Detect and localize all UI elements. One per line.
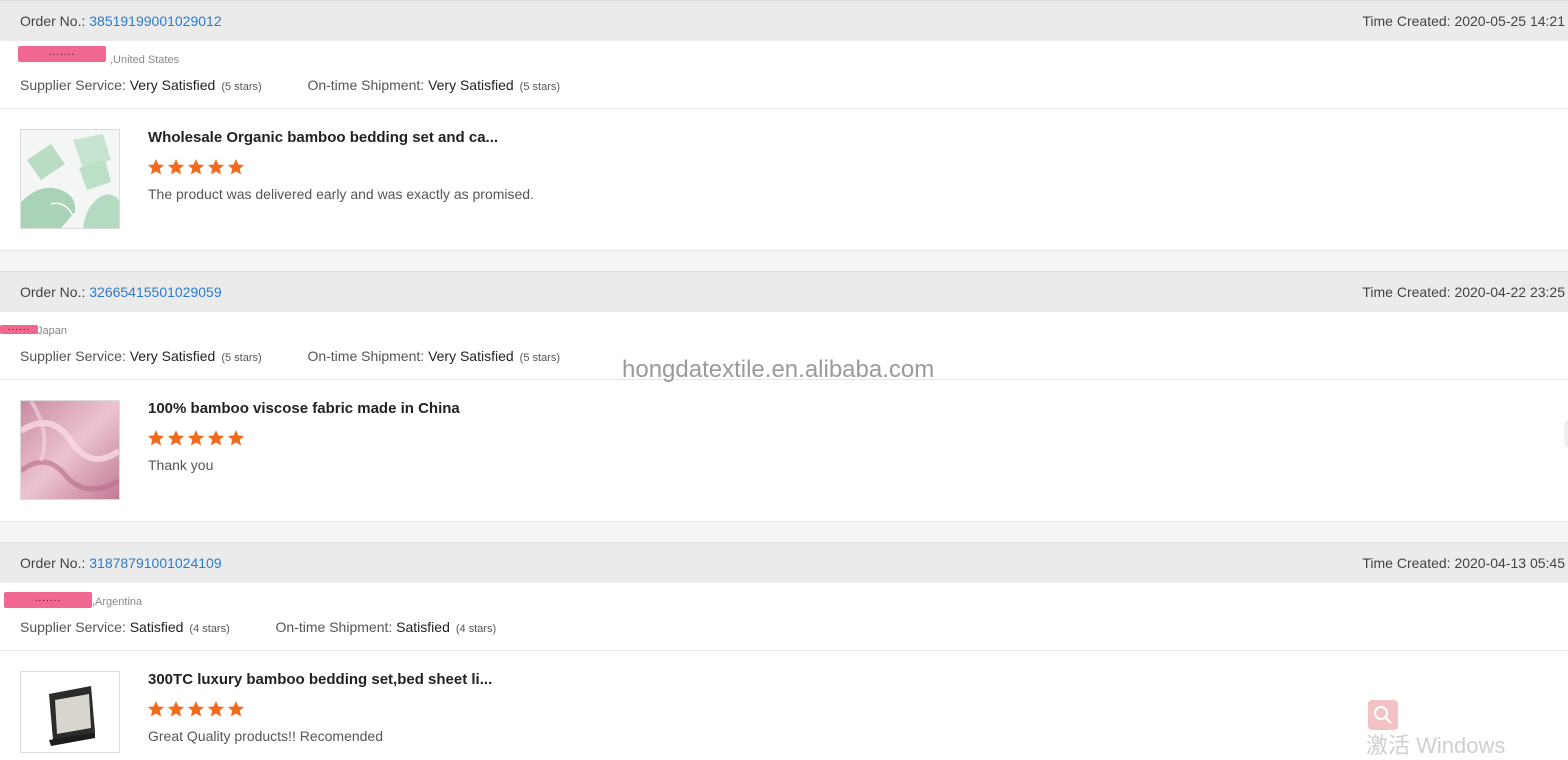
ontime-shipment-rating: Very Satisfied — [428, 77, 514, 93]
product-title[interactable]: 100% bamboo viscose fabric made in China — [148, 400, 460, 417]
ontime-shipment-rating: Very Satisfied — [428, 348, 514, 364]
buyer-country: ,Argentina — [92, 596, 143, 608]
supplier-service-rating: Satisfied — [129, 619, 184, 635]
search-icon — [1368, 700, 1398, 730]
order-number: Order No.: 32665415501029059 — [20, 284, 222, 300]
supplier-service-label: Supplier Service: — [20, 348, 130, 364]
time-created-label: Time Created: — [1362, 555, 1455, 571]
order-card: Order No.: 31878791001024109 Time Create… — [0, 542, 1568, 753]
star-icon — [187, 701, 205, 717]
windows-activation-overlay: 激活 Windows — [1366, 733, 1506, 758]
star-icon — [207, 159, 225, 175]
product-title[interactable]: Wholesale Organic bamboo bedding set and… — [148, 129, 498, 146]
supplier-service-stars: (5 stars) — [221, 81, 262, 93]
star-icon — [227, 159, 245, 175]
order-number-label: Order No.: — [20, 284, 90, 300]
review-comment: Great Quality products!! Recomended — [148, 728, 384, 744]
buyer-name-masked: ....... — [34, 593, 62, 604]
order-number-label: Order No.: — [20, 13, 90, 29]
star-icon — [167, 159, 185, 175]
star-icon — [147, 430, 165, 446]
ontime-shipment-stars: (4 stars) — [455, 623, 497, 635]
card-spacer — [0, 522, 1568, 542]
product-star-rating — [147, 700, 247, 718]
review-comment: The product was delivered early and was … — [148, 186, 534, 202]
supplier-service-label: Supplier Service: — [20, 77, 130, 93]
ratings-row: Supplier Service: Very Satisfied (5 stars… — [20, 348, 560, 364]
star-icon — [167, 701, 185, 717]
ontime-shipment-stars: (5 stars) — [519, 81, 561, 93]
order-number-link[interactable]: 38519199001029012 — [89, 13, 221, 29]
ontime-shipment-label: On-time Shipment: — [275, 619, 397, 635]
supplier-service-label: Supplier Service: — [20, 619, 130, 635]
buyer-name-redaction: ....... — [4, 592, 92, 608]
time-created: Time Created: 2020-05-25 14:21 — [1362, 13, 1565, 29]
star-icon — [147, 701, 165, 717]
product-star-rating — [147, 429, 247, 447]
supplier-service-rating: Very Satisfied — [129, 348, 216, 364]
time-created-label: Time Created: — [1362, 13, 1455, 29]
buyer-info: ....... ,United States — [18, 46, 218, 68]
star-icon — [167, 430, 185, 446]
buyer-name-masked: ....... — [48, 47, 76, 58]
divider — [0, 108, 1568, 109]
time-created-label: Time Created: — [1362, 284, 1455, 300]
star-icon — [187, 159, 205, 175]
buyer-info: ...... Japan — [0, 322, 200, 339]
product-thumbnail[interactable] — [20, 671, 120, 753]
order-card: Order No.: 32665415501029059 Time Create… — [0, 271, 1568, 522]
order-number: Order No.: 31878791001024109 — [20, 555, 222, 571]
ontime-shipment-label: On-time Shipment: — [307, 348, 429, 364]
star-icon — [207, 430, 225, 446]
star-icon — [227, 701, 245, 717]
supplier-service-stars: (4 stars) — [189, 623, 230, 635]
order-header: Order No.: 32665415501029059 Time Create… — [0, 271, 1568, 312]
supplier-service-stars: (5 stars) — [221, 352, 262, 364]
star-icon — [187, 430, 205, 446]
buyer-name-redaction: ...... — [0, 322, 38, 334]
order-number-label: Order No.: — [20, 555, 90, 571]
time-created: Time Created: 2020-04-22 23:25 — [1362, 284, 1565, 300]
ratings-row: Supplier Service: Satisfied (4 stars) On-… — [20, 619, 496, 635]
ontime-shipment-rating: Satisfied — [396, 619, 450, 635]
review-comment: Thank you — [148, 457, 214, 473]
ontime-shipment-label: On-time Shipment: — [307, 77, 429, 93]
order-number: Order No.: 38519199001029012 — [20, 13, 222, 29]
ratings-row: Supplier Service: Very Satisfied (5 stars… — [20, 77, 560, 93]
buyer-country: Japan — [37, 325, 67, 337]
order-card: Order No.: 38519199001029012 Time Create… — [0, 0, 1568, 251]
product-thumbnail[interactable] — [20, 400, 120, 500]
order-number-link[interactable]: 31878791001024109 — [89, 555, 221, 571]
supplier-service-rating: Very Satisfied — [129, 77, 216, 93]
star-icon — [207, 701, 225, 717]
buyer-info: ....... ,Argentina — [4, 592, 204, 610]
order-header: Order No.: 38519199001029012 Time Create… — [0, 0, 1568, 41]
time-created-value: 2020-04-22 23:25 — [1454, 284, 1565, 300]
buyer-name-redaction: ....... — [18, 46, 106, 62]
buyer-country: ,United States — [110, 54, 180, 66]
star-icon — [147, 159, 165, 175]
time-created-value: 2020-05-25 14:21 — [1454, 13, 1565, 29]
time-created: Time Created: 2020-04-13 05:45 — [1362, 555, 1565, 571]
product-title[interactable]: 300TC luxury bamboo bedding set,bed shee… — [148, 671, 492, 688]
card-spacer — [0, 251, 1568, 271]
time-created-value: 2020-04-13 05:45 — [1454, 555, 1565, 571]
product-thumbnail[interactable] — [20, 129, 120, 229]
product-star-rating — [147, 158, 247, 176]
order-header: Order No.: 31878791001024109 Time Create… — [0, 542, 1568, 583]
side-scroll-handle[interactable] — [1564, 420, 1568, 448]
order-number-link[interactable]: 32665415501029059 — [89, 284, 221, 300]
ontime-shipment-stars: (5 stars) — [519, 352, 561, 364]
watermark-text: hongdatextile.en.alibaba.com — [622, 356, 935, 383]
star-icon — [227, 430, 245, 446]
divider — [0, 650, 1568, 651]
buyer-name-masked: ...... — [7, 322, 31, 333]
